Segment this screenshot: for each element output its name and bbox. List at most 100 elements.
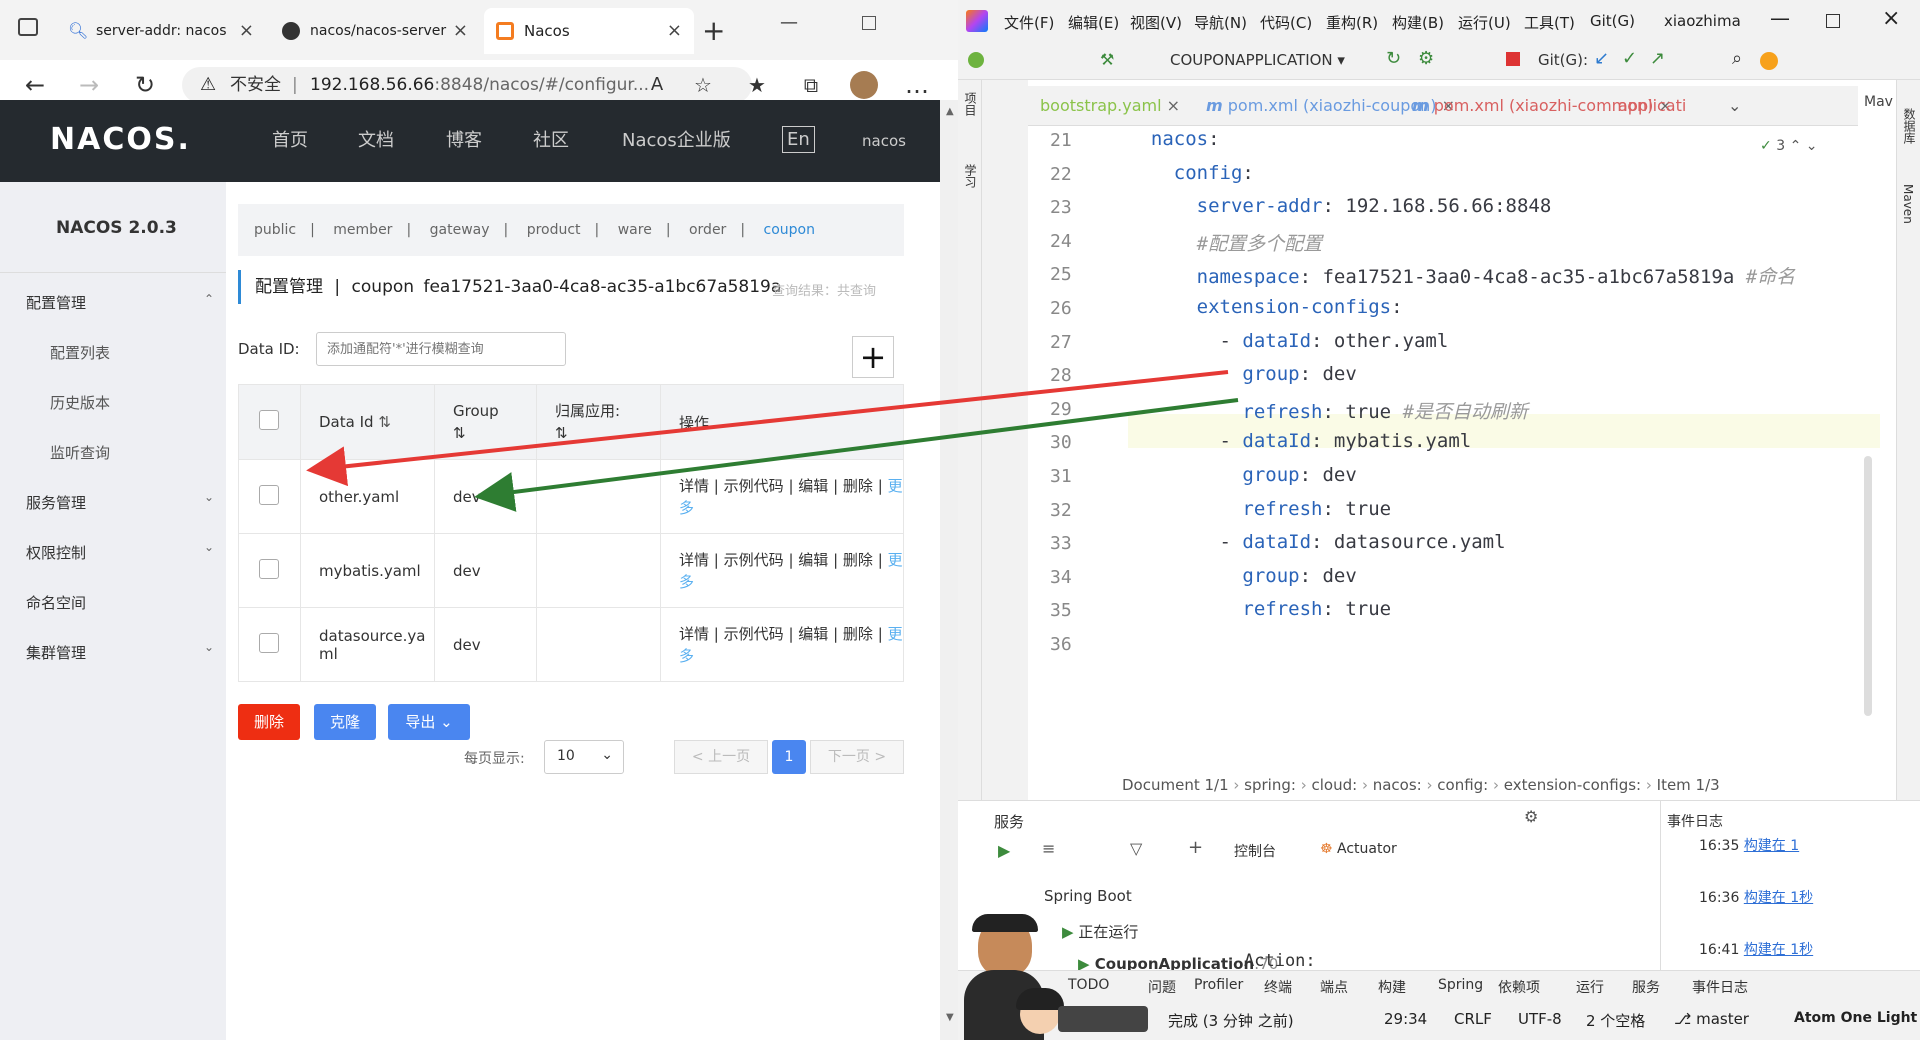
- tool-tab[interactable]: 事件日志: [1692, 977, 1748, 997]
- export-button[interactable]: 导出 ⌄: [388, 704, 470, 740]
- delete-button[interactable]: 删除: [238, 704, 300, 740]
- rerun-icon[interactable]: ↻: [1386, 48, 1401, 69]
- expand-all-icon[interactable]: ≡: [1042, 839, 1055, 858]
- sample-code-link[interactable]: 示例代码: [724, 551, 784, 569]
- edit-link[interactable]: 编辑: [798, 477, 828, 495]
- more-menu-icon[interactable]: …: [900, 68, 934, 102]
- run-icon[interactable]: ▶: [998, 841, 1010, 860]
- menu-git[interactable]: Git(G): [1590, 12, 1635, 30]
- git-push-icon[interactable]: ↗: [1650, 48, 1665, 69]
- database-tool-label[interactable]: 数据库: [1901, 108, 1918, 144]
- edit-link[interactable]: 编辑: [798, 551, 828, 569]
- ns-gateway[interactable]: gateway: [430, 222, 490, 238]
- favorite-add-icon[interactable]: ☆: [686, 68, 720, 102]
- settings-icon[interactable]: ⚙: [1524, 807, 1538, 826]
- maven-tab-label[interactable]: Mav: [1864, 94, 1893, 110]
- filter-icon[interactable]: ▽: [1130, 839, 1142, 858]
- stop-icon[interactable]: [1506, 52, 1520, 66]
- menu-edit[interactable]: 编辑(E): [1068, 12, 1119, 33]
- ns-coupon[interactable]: coupon: [764, 222, 815, 238]
- minimize-icon[interactable]: —: [780, 12, 798, 33]
- new-tab-button[interactable]: +: [702, 14, 725, 47]
- breadcrumb-item[interactable]: spring:: [1244, 776, 1296, 794]
- tab-server-addr[interactable]: 🔍︎ server-addr: nacos ×: [56, 8, 266, 54]
- tool-tab[interactable]: 运行: [1576, 977, 1604, 997]
- collections-icon[interactable]: ⧉: [794, 68, 828, 102]
- maximize-icon[interactable]: [1826, 14, 1840, 28]
- row-checkbox[interactable]: [259, 484, 279, 505]
- tab-github[interactable]: nacos/nacos-server ×: [270, 8, 480, 54]
- tool-tab[interactable]: TODO: [1068, 977, 1109, 993]
- ns-member[interactable]: member: [333, 222, 392, 238]
- menu-run[interactable]: 运行(U): [1458, 12, 1511, 33]
- sample-code-link[interactable]: 示例代码: [724, 477, 784, 495]
- ns-order[interactable]: order: [689, 222, 726, 238]
- menu-code[interactable]: 代码(C): [1260, 12, 1312, 33]
- cursor-position[interactable]: 29:34: [1384, 1010, 1427, 1028]
- menu-file[interactable]: 文件(F): [1004, 12, 1054, 33]
- nav-blog[interactable]: 博客: [446, 100, 482, 182]
- tab-application[interactable]: applicati: [1618, 96, 1708, 115]
- delete-link[interactable]: 删除: [843, 625, 873, 643]
- git-commit-icon[interactable]: ✓: [1622, 48, 1637, 69]
- next-page-button[interactable]: 下一页 >: [810, 740, 904, 774]
- nav-community[interactable]: 社区: [533, 100, 569, 182]
- code-editor[interactable]: ✓ 3 ⌃ ⌄ 21 22 23 24 25 26 27 28 29 30 31 32 33 34 35 36…: [1028, 126, 1880, 766]
- menu-namespace[interactable]: 命名空间: [26, 592, 86, 613]
- menu-refactor[interactable]: 重构(R): [1326, 12, 1378, 33]
- nav-user[interactable]: nacos: [862, 100, 906, 182]
- learn-tool-label[interactable]: 学习: [962, 164, 979, 188]
- close-tab-icon[interactable]: ×: [667, 20, 682, 41]
- clone-button[interactable]: 克隆: [314, 704, 376, 740]
- detail-link[interactable]: 详情: [679, 625, 709, 643]
- editor-scrollbar[interactable]: [1864, 456, 1872, 716]
- menu-build[interactable]: 构建(B): [1392, 12, 1444, 33]
- spring-boot-node[interactable]: Spring Boot: [1044, 887, 1132, 905]
- close-tab-icon[interactable]: ×: [453, 20, 468, 41]
- back-icon[interactable]: ←: [18, 68, 52, 102]
- nav-home[interactable]: 首页: [272, 100, 308, 182]
- sort-icon[interactable]: ⇅: [453, 424, 466, 442]
- read-aloud-icon[interactable]: A: [640, 68, 674, 102]
- console-tab[interactable]: 控制台: [1234, 841, 1276, 861]
- menu-config-mgmt[interactable]: 配置管理: [26, 292, 86, 313]
- minimize-icon[interactable]: —: [1770, 6, 1790, 30]
- delete-link[interactable]: 删除: [843, 551, 873, 569]
- tool-tab[interactable]: 问题: [1148, 977, 1176, 997]
- edit-link[interactable]: 编辑: [798, 625, 828, 643]
- run-config-select[interactable]: COUPONAPPLICATION ▾: [1170, 51, 1345, 69]
- menu-config-list[interactable]: 配置列表: [50, 342, 110, 363]
- menu-navigate[interactable]: 导航(N): [1194, 12, 1247, 33]
- maximize-icon[interactable]: [862, 16, 876, 30]
- theme-name[interactable]: Atom One Light: [1794, 1010, 1917, 1026]
- tab-nacos[interactable]: Nacos ×: [484, 8, 694, 54]
- line-ending[interactable]: CRLF: [1454, 1010, 1492, 1028]
- reload-icon[interactable]: ↻: [128, 68, 162, 102]
- nacos-logo[interactable]: NACOS.: [50, 122, 191, 157]
- tool-tab[interactable]: 服务: [1632, 977, 1660, 997]
- actuator-tab[interactable]: ☸ Actuator: [1320, 841, 1397, 857]
- update-icon[interactable]: [1760, 52, 1778, 70]
- tool-tab[interactable]: 端点: [1320, 977, 1348, 997]
- detail-link[interactable]: 详情: [679, 477, 709, 495]
- menu-service-mgmt[interactable]: 服务管理: [26, 492, 86, 513]
- close-icon[interactable]: ×: [1882, 6, 1900, 31]
- menu-tools[interactable]: 工具(T): [1524, 12, 1575, 33]
- prev-page-button[interactable]: < 上一页: [674, 740, 768, 774]
- maven-tool-label[interactable]: Maven: [1901, 184, 1915, 224]
- delete-link[interactable]: 删除: [843, 477, 873, 495]
- sort-icon[interactable]: ⇅: [378, 413, 391, 431]
- tab-bootstrap-yaml[interactable]: bootstrap.yaml ×: [1040, 96, 1180, 115]
- dataid-input[interactable]: [316, 332, 566, 366]
- ns-public[interactable]: public: [254, 222, 296, 238]
- encoding[interactable]: UTF-8: [1518, 1010, 1562, 1028]
- debug-icon[interactable]: ⚙: [1418, 48, 1434, 69]
- add-config-button[interactable]: +: [852, 336, 894, 378]
- favorites-icon[interactable]: ★: [740, 68, 774, 102]
- menu-listen-query[interactable]: 监听查询: [50, 442, 110, 463]
- chevron-down-icon[interactable]: ⌄: [1728, 96, 1741, 115]
- breadcrumb-item[interactable]: Document 1/1: [1122, 776, 1229, 794]
- tab-actions-icon[interactable]: [18, 18, 38, 36]
- tool-tab[interactable]: Spring: [1438, 977, 1483, 993]
- git-branch[interactable]: ⎇ master: [1674, 1010, 1749, 1028]
